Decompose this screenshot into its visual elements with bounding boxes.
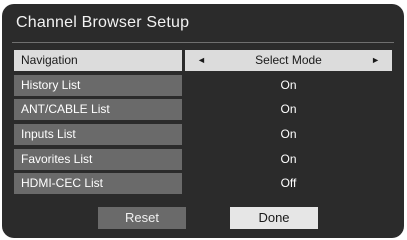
setting-value-selector[interactable]: ◄ Select Mode ► — [185, 50, 392, 71]
setting-row-navigation[interactable]: Navigation ◄ Select Mode ► — [14, 50, 392, 71]
title-divider — [12, 42, 394, 43]
reset-button[interactable]: Reset — [98, 207, 186, 229]
setting-label: History List — [14, 74, 182, 96]
channel-browser-setup-dialog: Channel Browser Setup Navigation ◄ Selec… — [2, 4, 404, 238]
setting-label: HDMI-CEC List — [14, 173, 182, 195]
setting-label: Navigation — [14, 50, 182, 71]
setting-value: On — [280, 102, 297, 117]
setting-value: On — [280, 77, 297, 92]
setting-label: Inputs List — [14, 124, 182, 146]
setting-value: On — [280, 151, 297, 166]
left-arrow-icon[interactable]: ◄ — [197, 50, 206, 71]
setting-row-hdmi-cec-list[interactable]: HDMI-CEC List Off — [14, 173, 392, 195]
setting-label: Favorites List — [14, 148, 182, 170]
setting-row-ant-cable-list[interactable]: ANT/CABLE List On — [14, 99, 392, 121]
setting-row-history-list[interactable]: History List On — [14, 74, 392, 96]
setting-value: Select Mode — [255, 53, 322, 67]
setting-value: Off — [280, 176, 297, 191]
setting-row-favorites-list[interactable]: Favorites List On — [14, 148, 392, 170]
dialog-title: Channel Browser Setup — [16, 14, 190, 31]
settings-list: Navigation ◄ Select Mode ► History List … — [14, 50, 392, 198]
done-button[interactable]: Done — [230, 207, 318, 229]
right-arrow-icon[interactable]: ► — [371, 50, 380, 71]
setting-label: ANT/CABLE List — [14, 99, 182, 121]
setting-row-inputs-list[interactable]: Inputs List On — [14, 124, 392, 146]
setting-value: On — [280, 127, 297, 142]
